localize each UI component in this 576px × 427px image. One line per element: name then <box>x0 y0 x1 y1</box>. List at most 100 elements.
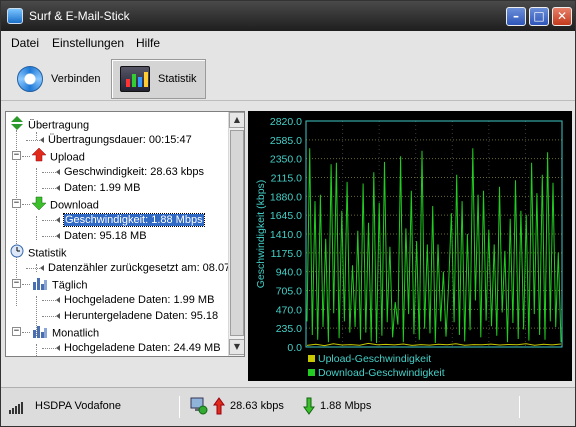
statistics-button[interactable]: Statistik <box>111 59 206 99</box>
statistics-label: Statistik <box>158 73 197 85</box>
maximize-button[interactable]: □ <box>529 7 549 26</box>
tree-item-label: Monatlich <box>52 327 100 340</box>
app-icon <box>7 8 23 24</box>
legend-label: Download-Geschwindigkeit <box>318 367 445 379</box>
legend-label: Upload-Geschwindigkeit <box>318 353 431 365</box>
tree-item-label: Daten: 1.99 MB <box>64 182 141 194</box>
y-tick-label: 2350.0 <box>270 154 302 166</box>
y-tick-label: 470.0 <box>276 304 302 316</box>
tree-collapse-toggle[interactable]: − <box>12 327 21 336</box>
minimize-button[interactable]: – <box>506 7 526 26</box>
tree-item[interactable]: Täglich <box>26 276 87 292</box>
connect-icon <box>17 66 43 92</box>
tree-collapse-toggle[interactable]: − <box>12 279 21 288</box>
tree-item-label: Hochgeladene Daten: 1.99 MB <box>64 294 215 306</box>
tree-item-label: Geschwindigkeit: 1.88 Mbps <box>63 213 205 227</box>
tree-item[interactable]: Datenzähler zurückgesetzt am: 08.07 <box>40 260 230 276</box>
y-tick-label: 1175.0 <box>271 248 302 260</box>
y-tick-label: 2585.0 <box>270 135 302 147</box>
tree-item-label: Download <box>50 199 99 212</box>
tree-leaf-arrow-icon <box>40 137 44 144</box>
menu-bar: Datei Einstellungen Hilfe <box>1 31 575 54</box>
status-bar: HSDPA Vodafone 28.63 kbps 1.88 Mbps <box>1 387 575 426</box>
upload-speed-line <box>306 342 562 347</box>
tree-item[interactable]: Monatlich <box>26 324 99 340</box>
tree-item[interactable]: Download <box>26 196 99 212</box>
statistics-monitor-icon <box>120 66 150 92</box>
y-tick-label: 2115.0 <box>271 173 302 185</box>
scroll-thumb[interactable] <box>230 130 244 336</box>
tree-leaf-arrow-icon <box>56 169 60 176</box>
network-status: HSDPA Vodafone <box>35 400 122 412</box>
status-download-speed: 1.88 Mbps <box>320 400 372 412</box>
connect-button[interactable]: Verbinden <box>9 59 109 99</box>
legend-swatch <box>308 369 315 376</box>
tree-item-label: Statistik <box>28 247 67 260</box>
tree-leaf-arrow-icon <box>56 313 60 320</box>
tree-item[interactable]: Geschwindigkeit: 1.88 Mbps <box>56 212 205 228</box>
status-upload-speed: 28.63 kbps <box>230 400 284 412</box>
scroll-up-button[interactable]: ▲ <box>229 112 244 128</box>
tree-leaf-arrow-icon <box>56 297 60 304</box>
tree-item[interactable]: Übertragungsdauer: 00:15:47 <box>40 132 192 148</box>
y-tick-label: 705.0 <box>276 286 302 298</box>
upload-arrow-icon <box>31 147 47 167</box>
tree-item[interactable]: Statistik <box>10 244 67 260</box>
title-bar[interactable]: Surf & E-Mail-Stick – □ ✕ <box>1 1 575 31</box>
y-tick-label: 0.0 <box>287 342 302 354</box>
y-tick-label: 235.0 <box>276 323 302 335</box>
toolbar: Verbinden Statistik <box>1 57 575 101</box>
tree-item-label: Heruntergeladene Daten: 95.18 <box>64 310 219 322</box>
y-tick-label: 2820.0 <box>270 116 302 128</box>
window-title: Surf & E-Mail-Stick <box>29 9 130 23</box>
tree-item[interactable]: Geschwindigkeit: 28.63 kbps <box>56 164 204 180</box>
tree-item-label: Upload <box>50 151 85 164</box>
statistics-tree[interactable]: Übertragung Übertragungsdauer: 00:15:47 − U… <box>5 111 245 357</box>
connect-label: Verbinden <box>51 73 101 85</box>
tree-item[interactable]: Hochgeladene Daten: 1.99 MB <box>56 292 214 308</box>
tree-item-label: Datenzähler zurückgesetzt am: 08.07 <box>48 262 231 274</box>
download-arrow-icon <box>303 397 315 418</box>
tree-leaf-arrow-icon <box>56 217 60 224</box>
tree-leaf-arrow-icon <box>56 345 60 352</box>
tree-item[interactable]: Upload <box>26 147 85 167</box>
y-tick-label: 1645.0 <box>270 210 302 222</box>
tree-item[interactable]: Übertragung <box>10 116 89 132</box>
y-tick-label: 1410.0 <box>270 229 302 241</box>
tree-item[interactable]: Daten: 95.18 MB <box>56 228 147 244</box>
network-adapter-icon <box>189 397 209 418</box>
tree-item[interactable]: Hochgeladene Daten: 24.49 MB <box>56 340 221 356</box>
speed-chart-svg: 2820.0 2585.0 2350.0 2115.0 1880.0 1645.0 1410… <box>255 116 563 379</box>
menu-einstellungen[interactable]: Einstellungen <box>52 36 124 50</box>
tree-item[interactable]: Daten: 1.99 MB <box>56 180 140 196</box>
tree-item-label: Täglich <box>52 279 88 292</box>
tree-item-label: Geschwindigkeit: 28.63 kbps <box>64 166 205 178</box>
tree-item-label: Übertragungsdauer: 00:15:47 <box>48 134 192 146</box>
upload-arrow-icon <box>213 397 225 418</box>
tree-item[interactable]: Heruntergeladene Daten: 95.18 <box>56 308 218 324</box>
tree-leaf-arrow-icon <box>56 233 60 240</box>
transfer-icon <box>10 116 24 135</box>
speed-chart: 2820.0 2585.0 2350.0 2115.0 1880.0 1645.0 1410… <box>248 111 572 381</box>
clock-icon <box>10 244 24 263</box>
legend-swatch <box>308 355 315 362</box>
bar-chart-icon <box>32 276 48 295</box>
close-button[interactable]: ✕ <box>552 7 572 26</box>
tree-item-label: Daten: 95.18 MB <box>64 230 147 242</box>
y-tick-label: 1880.0 <box>270 191 302 203</box>
tree-item-label: Übertragung <box>28 119 90 132</box>
tree-item-label: Hochgeladene Daten: 24.49 MB <box>64 342 221 354</box>
y-tick-label: 940.0 <box>276 267 302 279</box>
menu-datei[interactable]: Datei <box>11 36 39 50</box>
app-window: Surf & E-Mail-Stick – □ ✕ Datei Einstell… <box>0 0 576 427</box>
tree-collapse-toggle[interactable]: − <box>12 199 21 208</box>
tree-leaf-arrow-icon <box>40 265 44 272</box>
tree-scrollbar[interactable]: ▲ ▼ <box>228 112 244 356</box>
tree-collapse-toggle[interactable]: − <box>12 151 21 160</box>
menu-hilfe[interactable]: Hilfe <box>136 36 160 50</box>
y-axis-label: Geschwindigkeit (kbps) <box>255 180 267 289</box>
tree-leaf-arrow-icon <box>56 185 60 192</box>
scroll-down-button[interactable]: ▼ <box>229 339 244 355</box>
bar-chart-icon <box>32 324 48 343</box>
signal-strength-icon <box>9 400 31 414</box>
